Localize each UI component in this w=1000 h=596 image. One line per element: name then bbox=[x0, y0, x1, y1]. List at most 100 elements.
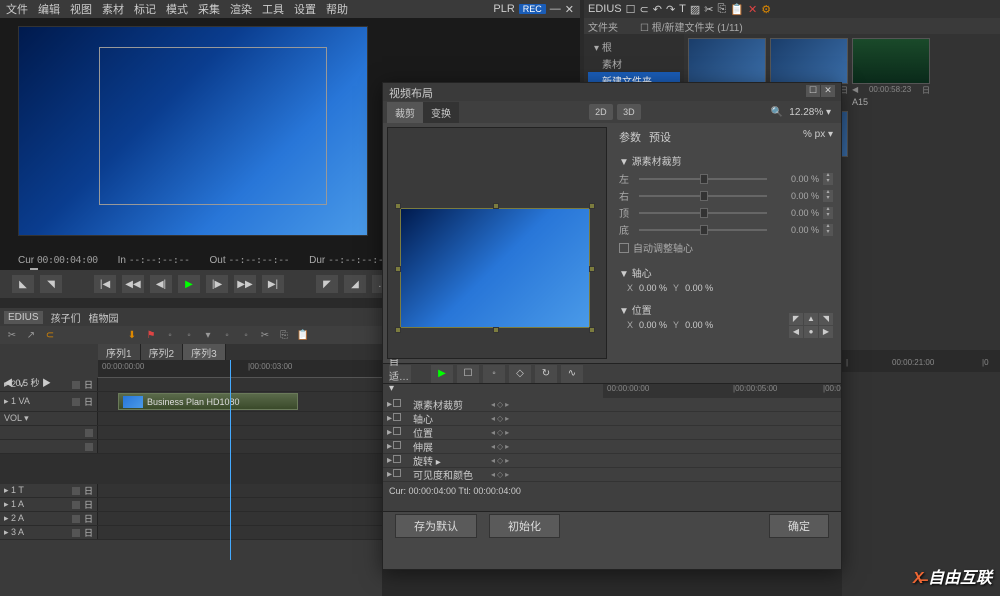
goto-end-icon[interactable]: ▶| bbox=[262, 275, 284, 293]
cut-icon[interactable]: ✂ bbox=[704, 3, 713, 16]
kf-loop-icon[interactable]: ↻ bbox=[535, 365, 557, 383]
tab-crop[interactable]: 裁剪 bbox=[387, 102, 423, 123]
bottom-slider[interactable] bbox=[639, 229, 767, 231]
center-icon[interactable]: ● bbox=[804, 326, 818, 338]
pos-x[interactable]: 0.00 % bbox=[639, 320, 667, 330]
right-slider[interactable] bbox=[639, 195, 767, 197]
minimize-icon[interactable]: — bbox=[550, 3, 561, 15]
undo-icon[interactable]: ↶ bbox=[653, 3, 662, 16]
copy-icon[interactable]: ⎘ bbox=[718, 3, 727, 16]
layouter-canvas[interactable] bbox=[387, 127, 607, 359]
flag-icon[interactable]: ⚑ bbox=[143, 328, 159, 342]
left-value[interactable]: 0.00 % bbox=[771, 174, 819, 184]
scissors-icon[interactable]: ✂ bbox=[257, 328, 273, 342]
expand-icon[interactable]: ▸ bbox=[387, 399, 392, 410]
ffwd-icon[interactable]: ▶▶ bbox=[234, 275, 256, 293]
menu-file[interactable]: 文件 bbox=[6, 1, 28, 17]
auto-axis-checkbox[interactable] bbox=[619, 243, 629, 253]
folder-tab[interactable]: 文件夹 bbox=[588, 19, 618, 34]
tc-in[interactable]: --:--:--:-- bbox=[129, 255, 190, 266]
track-1a[interactable]: ▸ 1 A日 bbox=[0, 498, 98, 511]
arrow-ul-icon[interactable]: ◤ bbox=[789, 313, 803, 325]
color-icon[interactable]: ▨ bbox=[690, 3, 700, 16]
kf-play-button[interactable]: ▶ bbox=[431, 365, 453, 383]
paste-icon[interactable]: 📋 bbox=[295, 328, 311, 342]
kf-ruler[interactable]: 00:00:00:00 |00:00:05:00 |00:0 bbox=[603, 384, 841, 398]
menu-edit[interactable]: 编辑 bbox=[38, 1, 60, 17]
menu-view[interactable]: 视图 bbox=[70, 1, 92, 17]
top-value[interactable]: 0.00 % bbox=[771, 208, 819, 218]
text-icon[interactable]: T bbox=[679, 3, 686, 15]
fit-dropdown[interactable]: 自适… ▾ bbox=[389, 365, 411, 383]
tc-cur[interactable]: 00:00:04:00 bbox=[37, 255, 98, 266]
rewind-icon[interactable]: ◀◀ bbox=[122, 275, 144, 293]
track-1va[interactable]: ▸ 1 VA日 bbox=[0, 392, 98, 411]
tool-icon[interactable]: ▾ bbox=[200, 328, 216, 342]
redo-icon[interactable]: ↷ bbox=[666, 3, 675, 16]
open-icon[interactable]: ⊂ bbox=[640, 3, 649, 16]
close-icon[interactable]: ✕ bbox=[821, 85, 835, 97]
playhead[interactable] bbox=[230, 360, 231, 560]
track-vol[interactable]: VOL ▾ bbox=[0, 412, 98, 425]
kf-enable-checkbox[interactable] bbox=[393, 399, 401, 407]
magnet-icon[interactable]: ⊂ bbox=[42, 328, 58, 342]
ok-button[interactable]: 确定 bbox=[769, 514, 829, 538]
menu-mode[interactable]: 模式 bbox=[166, 1, 188, 17]
copy-icon[interactable]: ⎘ bbox=[276, 328, 292, 342]
timeline-clip[interactable]: Business Plan HD1080 bbox=[118, 393, 298, 410]
menu-capture[interactable]: 采集 bbox=[198, 1, 220, 17]
top-slider[interactable] bbox=[639, 212, 767, 214]
search-icon[interactable]: 🔍 bbox=[771, 107, 783, 118]
tool-icon[interactable]: ◦ bbox=[162, 328, 178, 342]
tab-presets[interactable]: 预设 bbox=[649, 129, 671, 145]
seq-tab-3[interactable]: 序列3 bbox=[183, 344, 226, 360]
track-1t[interactable]: ▸ 1 T日 bbox=[0, 484, 98, 497]
tc-out[interactable]: --:--:--:-- bbox=[228, 255, 289, 266]
mark-out-icon[interactable]: ◢ bbox=[344, 275, 366, 293]
initialize-button[interactable]: 初始化 bbox=[489, 514, 560, 538]
cut-tool-icon[interactable]: ✂ bbox=[4, 328, 20, 342]
kf-stop-icon[interactable]: ☐ bbox=[457, 365, 479, 383]
kf-add-icon[interactable]: ◇ bbox=[509, 365, 531, 383]
kf-curve-icon[interactable]: ∿ bbox=[561, 365, 583, 383]
set-in-icon[interactable]: ◣ bbox=[12, 275, 34, 293]
tl-project1[interactable]: 孩子们 bbox=[51, 310, 81, 325]
zoom-dropdown[interactable]: 12.28% ▾ bbox=[783, 107, 837, 118]
step-fwd-icon[interactable]: |▶ bbox=[206, 275, 228, 293]
arrow-r-icon[interactable]: ▶ bbox=[819, 326, 833, 338]
tab-params[interactable]: 参数 bbox=[619, 129, 641, 145]
tree-item[interactable]: 素材 bbox=[588, 55, 680, 72]
menu-clip[interactable]: 素材 bbox=[102, 1, 124, 17]
tree-root[interactable]: ▾ 根 bbox=[588, 38, 680, 55]
tl-scale[interactable]: ◀ 0.5 秒 ▶ bbox=[4, 376, 51, 389]
arrow-ur-icon[interactable]: ◥ bbox=[819, 313, 833, 325]
mode-3d-button[interactable]: 3D bbox=[617, 104, 641, 120]
close-icon[interactable]: ✕ bbox=[565, 3, 574, 16]
settings-icon[interactable]: ⚙ bbox=[761, 3, 771, 16]
pos-y[interactable]: 0.00 % bbox=[685, 320, 713, 330]
arrow-up-icon[interactable]: ▲ bbox=[804, 313, 818, 325]
mute-icon[interactable] bbox=[72, 381, 80, 389]
tlr-ruler[interactable]: | 00:00:21:00 |0 bbox=[842, 358, 1000, 372]
tl-ruler[interactable]: 00:00:00:00 |00:00:03:00 bbox=[98, 360, 382, 378]
menu-marker[interactable]: 标记 bbox=[134, 1, 156, 17]
mark-in-icon[interactable]: ◤ bbox=[316, 275, 338, 293]
seq-tab-2[interactable]: 序列2 bbox=[141, 344, 184, 360]
menu-help[interactable]: 帮助 bbox=[326, 1, 348, 17]
axis-x[interactable]: 0.00 % bbox=[639, 283, 667, 293]
unit-dropdown[interactable]: % px ▾ bbox=[803, 129, 833, 145]
tool-icon[interactable]: ◦ bbox=[238, 328, 254, 342]
menu-tools[interactable]: 工具 bbox=[262, 1, 284, 17]
tc-dur[interactable]: --:--:--:-- bbox=[328, 255, 389, 266]
tl-project2[interactable]: 植物园 bbox=[89, 310, 119, 325]
save-default-button[interactable]: 存为默认 bbox=[395, 514, 477, 538]
right-value[interactable]: 0.00 % bbox=[771, 191, 819, 201]
tab-transform[interactable]: 变换 bbox=[423, 102, 459, 123]
step-back-icon[interactable]: ◀| bbox=[150, 275, 172, 293]
insert-icon[interactable]: ⬇ bbox=[124, 328, 140, 342]
mode-2d-button[interactable]: 2D bbox=[589, 104, 613, 120]
menu-render[interactable]: 渲染 bbox=[230, 1, 252, 17]
new-icon[interactable]: ☐ bbox=[626, 3, 636, 16]
tool-icon[interactable]: ◦ bbox=[219, 328, 235, 342]
menu-settings[interactable]: 设置 bbox=[294, 1, 316, 17]
